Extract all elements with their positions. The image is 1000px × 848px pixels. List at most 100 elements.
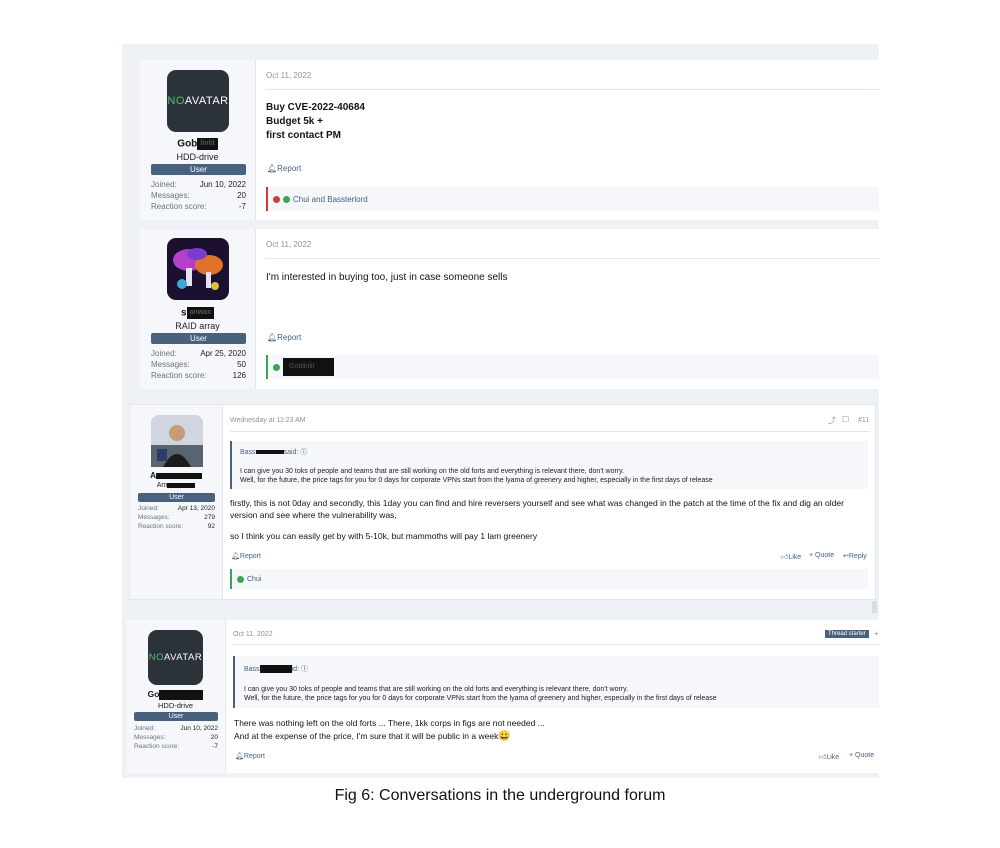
like-button[interactable]: 👍︎Like <box>819 752 839 761</box>
post-date[interactable]: Wednesday at 11:23 AM <box>230 417 306 424</box>
report-link[interactable]: 🔔︎Report <box>235 752 265 760</box>
divider <box>266 258 879 259</box>
stat-reaction: Reaction score: -7 <box>151 202 246 211</box>
quote-author-text: said: <box>283 449 299 456</box>
quote-author-text: id: <box>291 666 299 673</box>
avatar-text: AVATAR <box>164 652 203 663</box>
username[interactable]: A <box>130 471 222 480</box>
post-line: There was nothing left on the old forts … <box>234 718 545 728</box>
quote-author-text: Bass <box>240 449 256 456</box>
report-link[interactable]: 🔔︎Report <box>267 164 301 173</box>
like-label: Like <box>788 554 802 561</box>
stat-label: Reaction score: <box>151 371 207 380</box>
post-date[interactable]: Oct 11, 2022 <box>266 71 311 80</box>
quote-line: Well, for the future, the price tags for… <box>244 695 717 702</box>
quote-text: I can give you 30 toks of people and tea… <box>240 467 713 485</box>
user-info-panel: s anwax RAID array User Joined: Apr 25, 20… <box>140 229 256 389</box>
stat-label: Reaction score: <box>138 523 184 530</box>
stat-reaction: Reaction score: 126 <box>151 371 246 380</box>
reply-button[interactable]: ↩Reply <box>843 552 867 560</box>
stat-messages: Messages: 50 <box>151 360 246 369</box>
user-title: Am <box>130 482 222 489</box>
username[interactable]: s anwax <box>140 307 255 319</box>
divider <box>230 431 870 432</box>
reaction-like-icon <box>237 575 244 583</box>
report-link[interactable]: 🔔︎Report <box>231 552 261 560</box>
redaction-block: anwax <box>186 307 214 319</box>
report-label: Report <box>277 164 302 173</box>
scrollbar[interactable] <box>872 601 877 613</box>
arrow-up-icon: Ⓘ <box>300 666 308 673</box>
report-label: Report <box>243 753 265 760</box>
reactions-users: Chui <box>247 575 262 583</box>
stat-value: 20 <box>237 191 246 200</box>
stat-value: 20 <box>210 734 218 741</box>
post-date[interactable]: Oct 11, 2022 <box>233 631 273 638</box>
stat-reaction: Reaction score: 92 <box>138 523 215 530</box>
quote-author[interactable]: Bass said: Ⓘ <box>240 447 307 457</box>
redaction-block <box>159 689 204 700</box>
stat-label: Reaction score: <box>134 743 180 750</box>
quote-button[interactable]: + Quote <box>849 752 874 759</box>
avatar[interactable]: NO AVATAR <box>148 630 203 685</box>
username[interactable]: Go <box>126 689 225 700</box>
user-title: HDD-drive <box>157 701 193 710</box>
avatar[interactable] <box>151 415 203 467</box>
stat-joined: Joined: Apr 13, 2020 <box>138 505 215 512</box>
report-link[interactable]: 🔔︎Report <box>267 333 301 342</box>
post-1: NO AVATAR Gob linlit HDD-drive User Joine… <box>140 60 879 220</box>
reactions-bar[interactable]: Goblinlit <box>266 355 879 379</box>
post-number[interactable]: #11 <box>858 417 869 424</box>
figure-caption: Fig 6: Conversations in the underground … <box>334 787 666 804</box>
username-text: Gob <box>177 138 198 150</box>
quote-block: Bass id: Ⓘ I can give you 30 toks of peop… <box>233 656 879 708</box>
report-label: Report <box>277 333 302 342</box>
avatar[interactable]: NO AVATAR <box>167 70 229 132</box>
reactions-users: Chui and Bassterlord <box>293 194 368 204</box>
bell-icon: 🔔︎ <box>267 333 278 342</box>
post-date[interactable]: Oct 11, 2022 <box>266 240 311 249</box>
stat-value: 279 <box>204 514 215 521</box>
share-icon[interactable]: ⤴ <box>828 415 836 426</box>
post-line: first contact PM <box>266 130 342 141</box>
bookmark-icon[interactable]: ☐ <box>842 415 849 424</box>
reaction-like-icon <box>273 363 280 371</box>
user-badge: User <box>151 333 246 344</box>
stat-value: Apr 13, 2020 <box>177 505 215 512</box>
post-body-para-1: firstly, this is not 0day and secondly, … <box>230 498 844 520</box>
stat-joined: Joined: Jun 10, 2022 <box>134 725 218 732</box>
stat-label: Joined: <box>138 505 159 512</box>
reactions-bar[interactable]: Chui and Bassterlord <box>266 187 879 211</box>
stat-joined: Joined: Jun 10, 2022 <box>151 180 246 189</box>
stat-value: -7 <box>238 202 246 211</box>
user-badge: User <box>138 493 215 502</box>
post-line: Budget 5k + <box>266 116 323 127</box>
reactions-bar[interactable]: Chui <box>230 569 868 589</box>
divider <box>266 89 879 90</box>
stat-value: Jun 10, 2022 <box>199 180 246 189</box>
plus-icon[interactable]: + <box>874 629 879 638</box>
post-4: NO AVATAR Go HDD-drive User Joined: Jun 1… <box>126 620 879 773</box>
user-info-panel: A Am User Joined: Apr 13, 2020 Messages: 2… <box>130 405 223 599</box>
user-title: HDD-drive <box>176 152 219 162</box>
quote-author[interactable]: Bass id: Ⓘ <box>244 664 308 674</box>
stat-value: -7 <box>212 743 218 750</box>
like-button[interactable]: 👍︎Like <box>781 552 801 561</box>
post-body: Buy CVE-2022-40684 Budget 5k + first con… <box>266 101 365 143</box>
stat-value: Jun 10, 2022 <box>180 725 218 732</box>
username[interactable]: Gob linlit <box>140 138 255 150</box>
quote-button[interactable]: + Quote <box>809 552 834 559</box>
like-label: Like <box>826 754 840 761</box>
quote-line: I can give you 30 toks of people and tea… <box>244 686 629 693</box>
user-title-text: Am <box>156 482 168 489</box>
stat-label: Messages: <box>151 360 190 369</box>
user-info-panel: NO AVATAR Gob linlit HDD-drive User Joine… <box>140 60 256 220</box>
stat-label: Reaction score: <box>151 202 207 211</box>
reaction-like-icon <box>283 195 290 203</box>
quote-text: I can give you 30 toks of people and tea… <box>244 685 717 703</box>
stat-value: Apr 25, 2020 <box>200 349 246 358</box>
post-line: Buy CVE-2022-40684 <box>266 102 365 113</box>
post-body: I'm interested in buying too, just in ca… <box>266 272 508 283</box>
avatar[interactable] <box>167 238 229 300</box>
post-line-text: And at the expense of the price, I'm sur… <box>234 731 499 741</box>
